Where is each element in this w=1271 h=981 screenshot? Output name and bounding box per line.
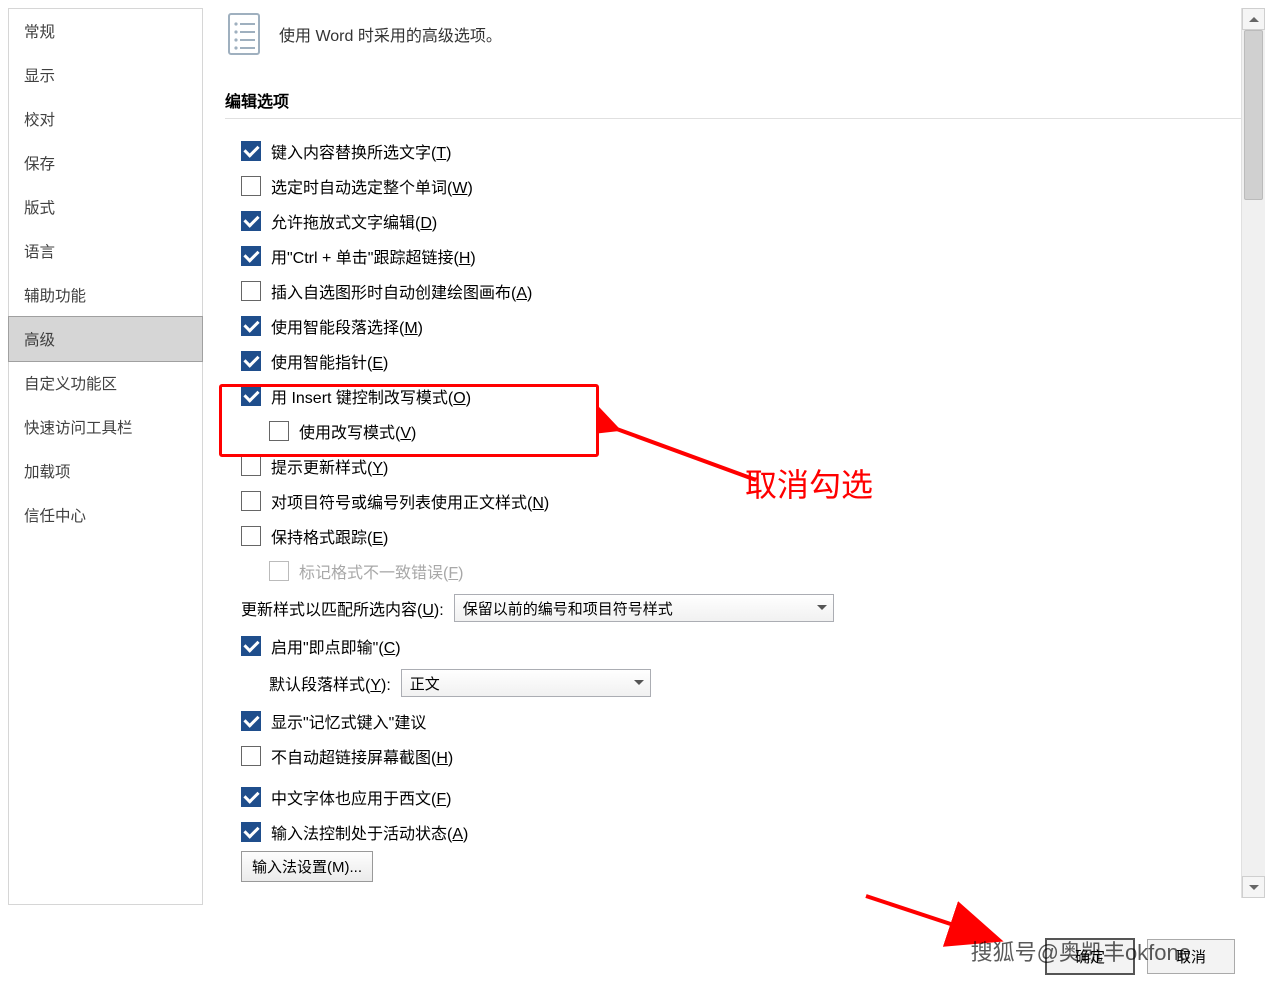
opt-label: 中文字体也应用于西文(F) [271,785,451,809]
default-para-style-label: 默认段落样式(Y): [269,671,391,695]
opt-label: 显示"记忆式键入"建议 [271,709,426,733]
sidebar-item-layout[interactable]: 版式 [9,185,202,229]
opt-insert-key-overtype[interactable]: 用 Insert 键控制改写模式(O) [241,378,1249,413]
opt-label: 使用改写模式(V) [299,419,416,443]
update-style-select[interactable]: 保留以前的编号和项目符号样式 [454,594,834,622]
section-editing-title: 编辑选项 [225,88,1249,112]
select-value: 正文 [410,673,440,694]
sidebar-item-language[interactable]: 语言 [9,229,202,273]
sidebar-item-display[interactable]: 显示 [9,53,202,97]
opt-chinese-font-latin[interactable]: 中文字体也应用于西文(F) [241,779,1249,814]
cancel-button[interactable]: 取消 [1147,939,1235,974]
checkbox-icon[interactable] [241,822,261,842]
opt-label: 输入法控制处于活动状态(A) [271,820,468,844]
vertical-scrollbar[interactable] [1241,8,1265,898]
scroll-up-button[interactable] [1242,8,1265,30]
checkbox-icon[interactable] [241,491,261,511]
checkbox-icon[interactable] [241,787,261,807]
row-default-paragraph-style: 默认段落样式(Y): 正文 [241,663,1249,703]
ime-settings-button[interactable]: 输入法设置(M)... [241,851,373,882]
section-divider [225,118,1249,119]
checkbox-icon[interactable] [241,316,261,336]
checkbox-icon[interactable] [241,141,261,161]
opt-label: 允许拖放式文字编辑(D) [271,209,437,233]
checkbox-icon[interactable] [241,386,261,406]
opt-ime-active[interactable]: 输入法控制处于活动状态(A) [241,814,1249,849]
annotation-text: 取消勾选 [745,460,873,506]
opt-label: 对项目符号或编号列表使用正文样式(N) [271,489,549,513]
opt-drag-drop-edit[interactable]: 允许拖放式文字编辑(D) [241,203,1249,238]
checkbox-icon[interactable] [241,281,261,301]
options-category-sidebar: 常规 显示 校对 保存 版式 语言 辅助功能 高级 自定义功能区 快速访问工具栏… [8,8,203,905]
opt-label: 不自动超链接屏幕截图(H) [271,744,453,768]
checkbox-icon[interactable] [241,636,261,656]
opt-ctrl-click-hyperlink[interactable]: 用"Ctrl + 单击"跟踪超链接(H) [241,238,1249,273]
opt-label: 标记格式不一致错误(F) [299,559,463,583]
ok-button[interactable]: 确定 [1045,938,1135,975]
checkbox-icon [269,561,289,581]
opt-label: 键入内容替换所选文字(T) [271,139,451,163]
checkbox-icon[interactable] [241,176,261,196]
sidebar-item-save[interactable]: 保存 [9,141,202,185]
sidebar-item-advanced[interactable]: 高级 [8,316,203,362]
opt-label: 选定时自动选定整个单词(W) [271,174,473,198]
checkbox-icon[interactable] [241,746,261,766]
opt-label: 保持格式跟踪(E) [271,524,388,548]
default-para-style-select[interactable]: 正文 [401,669,651,697]
opt-select-whole-word[interactable]: 选定时自动选定整个单词(W) [241,168,1249,203]
sidebar-item-trust-center[interactable]: 信任中心 [9,493,202,537]
checkbox-icon[interactable] [241,711,261,731]
opt-autocomplete-suggestion[interactable]: 显示"记忆式键入"建议 [241,703,1249,738]
checkbox-icon[interactable] [241,246,261,266]
opt-label: 用"Ctrl + 单击"跟踪超链接(H) [271,244,476,268]
sidebar-item-general[interactable]: 常规 [9,9,202,53]
opt-mark-format-inconsistency: 标记格式不一致错误(F) [241,553,1249,588]
checkbox-icon[interactable] [241,211,261,231]
chevron-down-icon [634,678,644,688]
opt-smart-paragraph[interactable]: 使用智能段落选择(M) [241,308,1249,343]
editing-options-group: 键入内容替换所选文字(T) 选定时自动选定整个单词(W) 允许拖放式文字编辑(D… [225,133,1249,884]
opt-label: 插入自选图形时自动创建绘图画布(A) [271,279,532,303]
panel-title: 使用 Word 时采用的高级选项。 [279,22,502,46]
row-ime-settings: 输入法设置(M)... [241,849,1249,884]
select-value: 保留以前的编号和项目符号样式 [463,598,673,619]
scroll-down-button[interactable] [1242,876,1265,898]
sidebar-item-quick-access-toolbar[interactable]: 快速访问工具栏 [9,405,202,449]
opt-no-auto-hyperlink-screenshot[interactable]: 不自动超链接屏幕截图(H) [241,738,1249,773]
checkbox-icon[interactable] [241,456,261,476]
document-options-icon [225,12,265,56]
checkbox-icon[interactable] [241,526,261,546]
chevron-down-icon [817,603,827,613]
checkbox-icon[interactable] [241,351,261,371]
opt-label: 提示更新样式(Y) [271,454,388,478]
opt-use-overtype[interactable]: 使用改写模式(V) [241,413,1249,448]
update-style-label: 更新样式以匹配所选内容(U): [241,596,444,620]
sidebar-item-addins[interactable]: 加载项 [9,449,202,493]
dialog-buttons-row: 确定 取消 [1045,938,1235,975]
checkbox-icon[interactable] [269,421,289,441]
opt-typing-replace[interactable]: 键入内容替换所选文字(T) [241,133,1249,168]
opt-label: 使用智能段落选择(M) [271,314,423,338]
sidebar-item-customize-ribbon[interactable]: 自定义功能区 [9,361,202,405]
opt-label: 使用智能指针(E) [271,349,388,373]
opt-smart-cursor[interactable]: 使用智能指针(E) [241,343,1249,378]
opt-label: 用 Insert 键控制改写模式(O) [271,384,471,408]
advanced-options-panel: 使用 Word 时采用的高级选项。 编辑选项 键入内容替换所选文字(T) 选定时… [203,0,1271,905]
opt-click-and-type[interactable]: 启用"即点即输"(C) [241,628,1249,663]
opt-label: 启用"即点即输"(C) [271,634,401,658]
opt-auto-canvas[interactable]: 插入自选图形时自动创建绘图画布(A) [241,273,1249,308]
opt-keep-format-tracking[interactable]: 保持格式跟踪(E) [241,518,1249,553]
sidebar-item-accessibility[interactable]: 辅助功能 [9,273,202,317]
scrollbar-thumb[interactable] [1244,30,1263,200]
row-update-style-select: 更新样式以匹配所选内容(U): 保留以前的编号和项目符号样式 [241,588,1249,628]
sidebar-item-proofing[interactable]: 校对 [9,97,202,141]
